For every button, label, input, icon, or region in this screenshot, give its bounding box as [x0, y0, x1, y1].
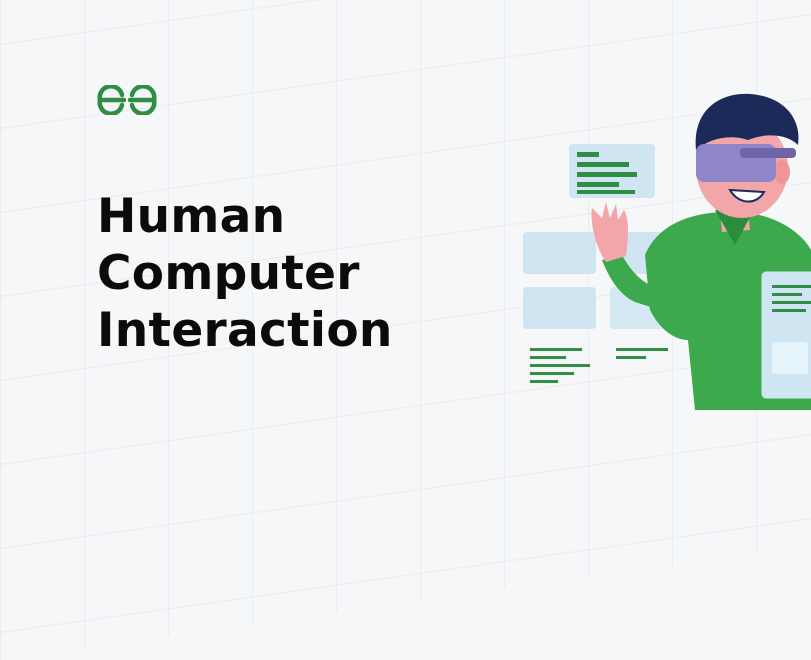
floating-text-lines: [530, 348, 668, 383]
title-line-2: Computer: [97, 246, 360, 301]
title-line-3: Interaction: [97, 303, 393, 358]
vr-headset-person-illustration: [523, 93, 811, 410]
floating-panel: [523, 287, 596, 329]
tablet: [758, 268, 811, 402]
gfg-logo-icon: [97, 85, 157, 115]
page-title: Human Computer Interaction: [97, 188, 393, 359]
floating-panel: [523, 232, 596, 274]
title-line-1: Human: [97, 189, 286, 244]
person-hand: [591, 202, 628, 262]
